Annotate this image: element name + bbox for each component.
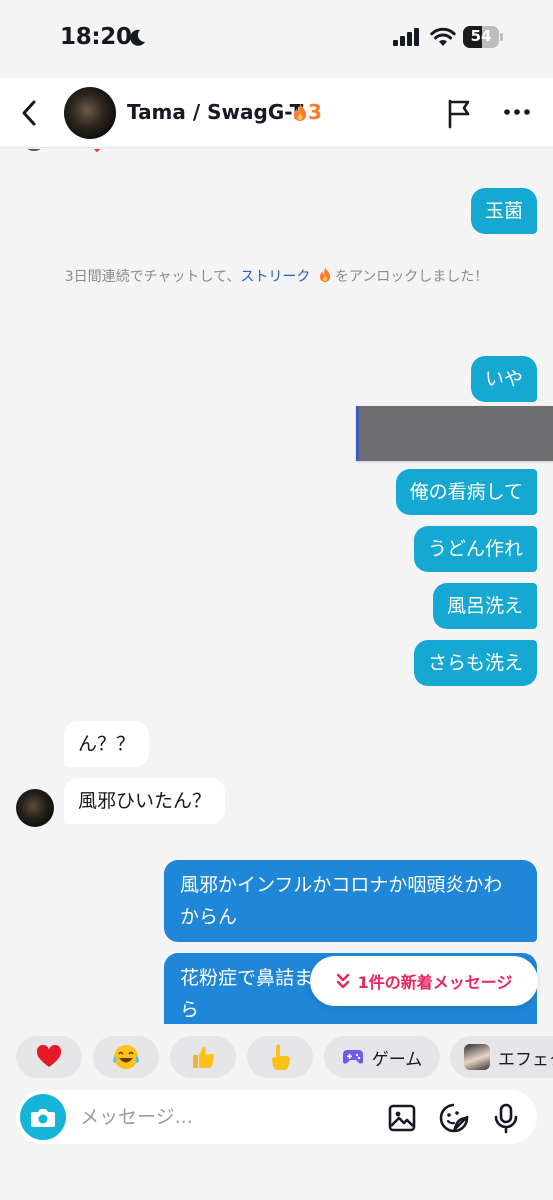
sender-avatar[interactable] bbox=[16, 789, 54, 827]
quick-reaction-bar: ゲーム エフェクト bbox=[0, 1036, 553, 1080]
battery-level-text: 54 bbox=[470, 27, 492, 45]
fire-icon bbox=[319, 266, 330, 283]
my-message[interactable]: 玉菌 bbox=[470, 188, 537, 234]
camera-button[interactable] bbox=[20, 1094, 66, 1140]
microphone-icon[interactable] bbox=[490, 1102, 522, 1134]
my-message[interactable]: うどん作れ bbox=[413, 526, 537, 572]
gallery-icon[interactable] bbox=[386, 1102, 418, 1134]
effect-thumbnail bbox=[464, 1044, 490, 1070]
laughing-tears-icon bbox=[113, 1045, 139, 1069]
contact-name[interactable]: Tama / SwagG-T bbox=[127, 100, 303, 124]
chevron-left-icon bbox=[22, 100, 36, 126]
streak-count: 3 bbox=[308, 100, 322, 124]
game-controller-icon bbox=[342, 1050, 363, 1064]
wifi-icon bbox=[430, 27, 456, 46]
pointing-reaction-button[interactable] bbox=[247, 1036, 313, 1078]
thumbs-up-icon bbox=[193, 1046, 215, 1068]
heart-reaction-button[interactable] bbox=[16, 1036, 82, 1078]
my-message[interactable]: 風邪かインフルかコロナか咽頭炎かわからん bbox=[164, 860, 537, 942]
fire-icon bbox=[294, 103, 306, 121]
signal-icon bbox=[393, 28, 419, 46]
sticker-icon[interactable] bbox=[438, 1102, 470, 1134]
status-bar: 18:20 54 bbox=[0, 0, 553, 78]
previous-sticker-dot bbox=[92, 149, 102, 153]
my-message[interactable]: いや bbox=[470, 356, 537, 402]
more-options-button[interactable] bbox=[500, 100, 534, 124]
received-message[interactable]: ん？？ bbox=[64, 721, 150, 767]
chat-messages[interactable]: 玉菌 3日間連続でチャットして、ストリーク をアンロックしました！ いや 俺の看… bbox=[0, 149, 553, 1024]
game-button[interactable]: ゲーム bbox=[324, 1036, 440, 1078]
game-label: ゲーム bbox=[371, 1049, 423, 1070]
camera-icon bbox=[31, 1109, 55, 1127]
streak-link[interactable]: ストリーク bbox=[240, 269, 310, 285]
message-input[interactable] bbox=[80, 1103, 370, 1131]
new-message-pill[interactable]: 1件の新着メッセージ bbox=[310, 956, 538, 1006]
chevron-double-down-icon bbox=[336, 973, 349, 989]
thumbs-up-reaction-button[interactable] bbox=[170, 1036, 236, 1078]
previous-sticker bbox=[22, 149, 46, 151]
my-message[interactable]: 風呂洗え bbox=[432, 583, 537, 629]
streak-badge[interactable]: 3 bbox=[292, 100, 322, 124]
effect-label: エフェクト bbox=[498, 1049, 553, 1070]
my-message[interactable]: さらも洗え bbox=[413, 640, 537, 686]
laugh-reaction-button[interactable] bbox=[93, 1036, 159, 1078]
received-message[interactable]: 風邪ひいたん？ bbox=[64, 778, 226, 824]
status-time: 18:20 bbox=[60, 24, 132, 50]
my-message[interactable]: 俺の看病して bbox=[395, 469, 537, 515]
heart-icon bbox=[36, 1045, 62, 1067]
moon-icon bbox=[130, 29, 145, 46]
redacted-image-message[interactable] bbox=[356, 406, 553, 461]
report-flag-button[interactable] bbox=[444, 97, 476, 129]
pointing-hand-icon bbox=[272, 1044, 291, 1070]
new-message-label: 1件の新着メッセージ bbox=[357, 973, 513, 992]
streak-system-message: 3日間連続でチャットして、ストリーク をアンロックしました！ bbox=[60, 261, 493, 293]
battery-indicator: 54 bbox=[463, 26, 503, 48]
effect-button[interactable]: エフェクト bbox=[450, 1036, 553, 1078]
message-composer bbox=[16, 1090, 537, 1144]
contact-avatar[interactable] bbox=[64, 87, 116, 139]
chat-header: Tama / SwagG-T 3 bbox=[0, 78, 553, 148]
back-button[interactable] bbox=[14, 96, 44, 130]
